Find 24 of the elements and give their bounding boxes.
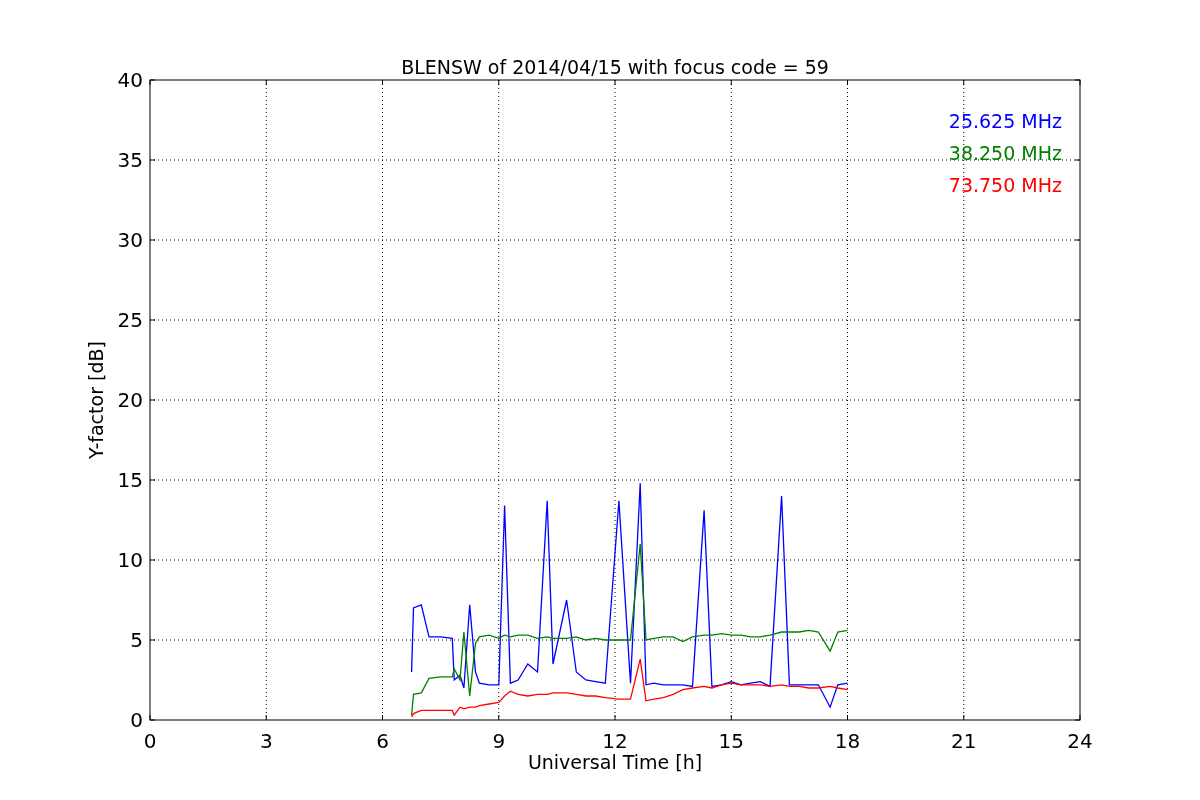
x-axis-label: Universal Time [h] [527,751,703,773]
x-tick-label: 12 [602,729,628,753]
x-tick-label: 15 [718,729,744,753]
x-tick-label: 24 [1067,729,1093,753]
y-tick-label: 20 [117,388,143,412]
x-tick-label: 0 [143,729,157,753]
y-tick-label: 25 [117,308,143,332]
y-tick-label: 35 [117,148,143,172]
y-tick-label: 10 [117,548,143,572]
chart-title: BLENSW of 2014/04/15 with focus code = 59 [401,56,829,78]
legend-label: 25.625 MHz [948,110,1062,132]
x-tick-label: 6 [376,729,389,753]
y-axis-label: Y-factor [dB] [85,341,107,459]
x-tick-label: 18 [834,729,861,753]
y-tick-label: 15 [117,468,143,492]
legend-label: 73.750 MHz [948,174,1062,196]
x-tick-label: 3 [259,729,273,753]
x-tick-label: 9 [492,729,506,753]
y-tick-label: 40 [117,68,143,92]
y-tick-label: 0 [130,708,143,732]
y-tick-label: 30 [117,228,143,252]
x-tick-label: 21 [951,729,977,753]
legend-label: 38.250 MHz [948,142,1062,164]
y-tick-label: 5 [130,628,143,652]
